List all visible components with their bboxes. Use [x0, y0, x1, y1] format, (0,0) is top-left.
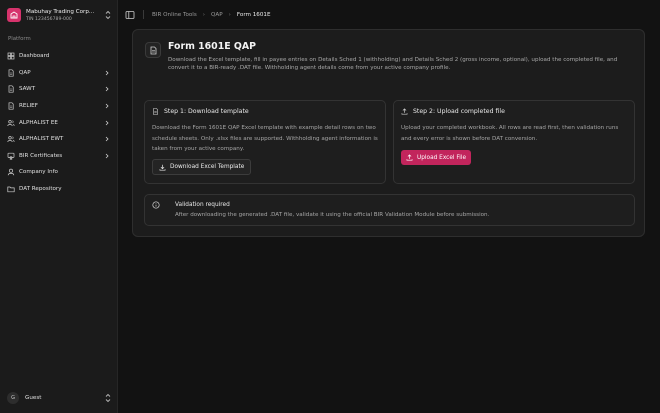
file-icon [145, 42, 161, 58]
sidebar-group-label: Platform [8, 36, 31, 42]
sidebar-item-label: RELIEF [19, 103, 38, 110]
sidebar-item-label: DAT Repository [19, 186, 62, 193]
sidebar-item-label: QAP [19, 69, 31, 76]
sidebar-item-relief[interactable]: RELIEF [5, 98, 113, 115]
download-template-button[interactable]: Download Excel Template [152, 159, 252, 175]
upload-excel-button[interactable]: Upload Excel File [401, 150, 472, 165]
breadcrumb-link-bir-online-tools[interactable]: BIR Online Tools [152, 12, 197, 18]
breadcrumb: BIR Online Tools › QAP › Form 1601E [152, 12, 271, 18]
step-description: Download the Form 1601E QAP Excel templa… [152, 125, 378, 152]
page-title: Form 1601E QAP [168, 41, 256, 52]
sidebar-item-dashboard[interactable]: Dashboard [5, 48, 113, 65]
sidebar-item-label: BIR Certificates [19, 152, 63, 159]
chevron-right-icon [105, 103, 109, 109]
validation-notice: Validation required After downloading th… [144, 194, 635, 226]
document-icon [8, 85, 14, 94]
chevrons-up-down-icon [105, 393, 111, 402]
certificate-icon [7, 152, 15, 160]
document-icon [8, 69, 14, 77]
user-name: Guest [25, 394, 42, 401]
step-upload-file: Step 2: Upload completed file Upload you… [393, 100, 635, 184]
chevrons-up-down-icon [105, 10, 111, 20]
step-download-template: Step 1: Download template Download the F… [144, 100, 386, 184]
document-icon [8, 102, 14, 110]
grid-icon [7, 52, 15, 60]
file-text-icon [153, 108, 158, 115]
sidebar-item-label: Company Info [19, 169, 58, 176]
chevron-right-icon: › [202, 11, 206, 18]
page-description: Download the Excel template, fill in pay… [168, 57, 618, 72]
sidebar-toggle-icon[interactable] [125, 10, 135, 20]
step-title: Step 2: Upload completed file [413, 108, 505, 115]
breadcrumb-current-page: Form 1601E [236, 11, 271, 18]
company-logo-icon [7, 8, 21, 22]
upload-icon [406, 154, 413, 161]
chevron-right-icon [105, 153, 109, 159]
company-tin: TIN 123456789-000 [26, 16, 72, 22]
user-menu[interactable]: G Guest [7, 391, 112, 404]
form-card: Form 1601E QAP Download the Excel templa… [132, 29, 645, 237]
step-description: Upload your completed workbook. All rows… [401, 125, 619, 142]
step-title: Step 1: Download template [164, 108, 249, 115]
notice-body: After downloading the generated .DAT fil… [175, 212, 490, 218]
sidebar-item-qap[interactable]: QAP [5, 65, 113, 82]
user-icon [7, 169, 15, 176]
sidebar-item-alphalist-ee[interactable]: ALPHALIST EE [5, 114, 113, 131]
sidebar-item-company-info[interactable]: Company Info [5, 164, 113, 181]
sidebar-item-alphalist-ewt[interactable]: ALPHALIST EWT [5, 131, 113, 148]
notice-title: Validation required [175, 202, 230, 208]
chevron-right-icon [105, 70, 109, 76]
sidebar-nav: Dashboard QAP SAWT RELIEF ALPHALIST EE ALPHAL… [5, 48, 113, 197]
button-label: Upload Excel File [417, 154, 467, 161]
folder-icon [7, 186, 15, 193]
users-icon [7, 136, 15, 143]
divider [143, 10, 144, 19]
top-bar: BIR Online Tools › QAP › Form 1601E [118, 0, 660, 29]
button-label: Download Excel Template [170, 164, 245, 170]
sidebar: Mabuhay Trading Corp... TIN 123456789-00… [0, 0, 118, 413]
info-icon [152, 201, 160, 209]
sidebar-item-label: ALPHALIST EWT [19, 136, 64, 143]
sidebar-item-sawt[interactable]: SAWT [5, 81, 113, 98]
avatar: G [7, 391, 19, 404]
upload-icon [401, 108, 408, 115]
chevron-right-icon [105, 87, 109, 92]
breadcrumb-link-qap[interactable]: QAP [211, 12, 223, 18]
chevron-right-icon [105, 136, 109, 142]
sidebar-item-label: SAWT [19, 86, 36, 93]
company-switcher[interactable]: Mabuhay Trading Corp... TIN 123456789-00… [7, 7, 112, 23]
sidebar-item-bir-certificates[interactable]: BIR Certificates [5, 148, 113, 165]
sidebar-item-dat-repository[interactable]: DAT Repository [5, 181, 113, 198]
chevron-right-icon [105, 120, 109, 125]
users-icon [7, 119, 15, 126]
sidebar-item-label: ALPHALIST EE [19, 119, 58, 126]
chevron-right-icon: › [228, 11, 231, 18]
sidebar-item-label: Dashboard [19, 53, 50, 60]
download-icon [159, 164, 166, 171]
company-name: Mabuhay Trading Corp... [26, 8, 95, 15]
